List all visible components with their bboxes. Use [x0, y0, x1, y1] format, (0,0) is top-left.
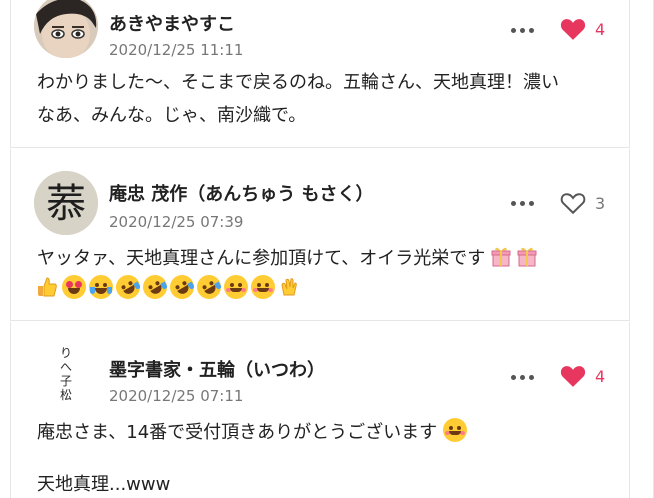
gift-icon [517, 247, 537, 267]
username[interactable]: 庵忠 茂作（あんちゅう もさく） [109, 180, 374, 206]
like-count: 4 [595, 20, 606, 39]
like-count: 4 [595, 367, 606, 386]
comment-text-line: 天地真理...www [37, 474, 171, 495]
comment-feed: あきやまやすこ 2020/12/25 11:11 4 わかりました〜、そこまで戻… [0, 0, 654, 498]
svg-text:り: り [60, 346, 72, 360]
timestamp: 2020/12/25 11:11 [109, 41, 244, 59]
svg-text:松: 松 [60, 388, 72, 402]
gift-icon [491, 247, 511, 267]
username[interactable]: 墨字書家・五輪（いつわ） [109, 356, 325, 382]
smiling-hearts-icon [224, 275, 248, 299]
smiling-face-icon [442, 418, 467, 442]
comment-body: 天地真理...www [37, 468, 617, 498]
calligraphy-avatar: 菾 [34, 171, 98, 235]
username[interactable]: あきやまやすこ [109, 10, 235, 36]
avatar-photo [34, 0, 98, 58]
comment-item: 菾 庵忠 茂作（あんちゅう もさく） 2020/12/25 07:39 3 ヤッ… [10, 149, 630, 321]
comment-item: あきやまやすこ 2020/12/25 11:11 4 わかりました〜、そこまで戻… [10, 0, 630, 148]
avatar[interactable]: り へ 子 松 [34, 341, 98, 405]
svg-text:子: 子 [60, 374, 72, 388]
more-options-icon[interactable] [511, 372, 539, 382]
clapping-hands-icon [281, 278, 297, 296]
smiling-hearts-icon [251, 275, 275, 299]
rofl-icon [192, 270, 226, 304]
comment-text-line: 庵忠さま、14番で受付頂きありがとうございます [37, 422, 438, 443]
comment-body: ヤッタァ、天地真理さんに参加頂けて、オイラ光栄です [37, 242, 617, 275]
rofl-icon [138, 270, 172, 304]
thumbs-up-icon [38, 277, 57, 297]
comment-text-line: ヤッタァ、天地真理さんに参加頂けて、オイラ光栄です [37, 248, 486, 269]
more-options-icon[interactable] [511, 25, 539, 35]
comment-body: わかりました〜、そこまで戻るのね。五輪さん、天地真理！濃い なあ、みんな。じゃ、… [37, 66, 617, 132]
more-options-icon[interactable] [511, 198, 539, 208]
tears-of-joy-icon [89, 275, 113, 299]
avatar[interactable] [34, 0, 98, 58]
rofl-icon [111, 270, 145, 304]
timestamp: 2020/12/25 07:39 [109, 213, 244, 231]
heart-outline-icon[interactable] [560, 191, 586, 215]
calligraphy-avatar: り へ 子 松 [34, 341, 98, 405]
heart-icon[interactable] [560, 364, 586, 388]
comment-body: 庵忠さま、14番で受付頂きありがとうございます [37, 416, 617, 449]
comment-text-line: わかりました〜、そこまで戻るのね。五輪さん、天地真理！濃い [37, 72, 559, 93]
timestamp: 2020/12/25 07:11 [109, 387, 244, 405]
emoji-row [35, 270, 302, 304]
comment-text-line: なあ、みんな。じゃ、南沙織で。 [37, 105, 307, 126]
svg-text:へ: へ [60, 360, 72, 374]
comment-item: り へ 子 松 墨字書家・五輪（いつわ） 2020/12/25 07:11 4 … [10, 322, 630, 498]
like-count: 3 [595, 194, 606, 213]
heart-icon[interactable] [560, 17, 586, 41]
avatar-character: 菾 [46, 181, 86, 227]
rofl-icon [165, 270, 199, 304]
heart-eyes-icon [62, 275, 86, 299]
avatar[interactable]: 菾 [34, 171, 98, 235]
